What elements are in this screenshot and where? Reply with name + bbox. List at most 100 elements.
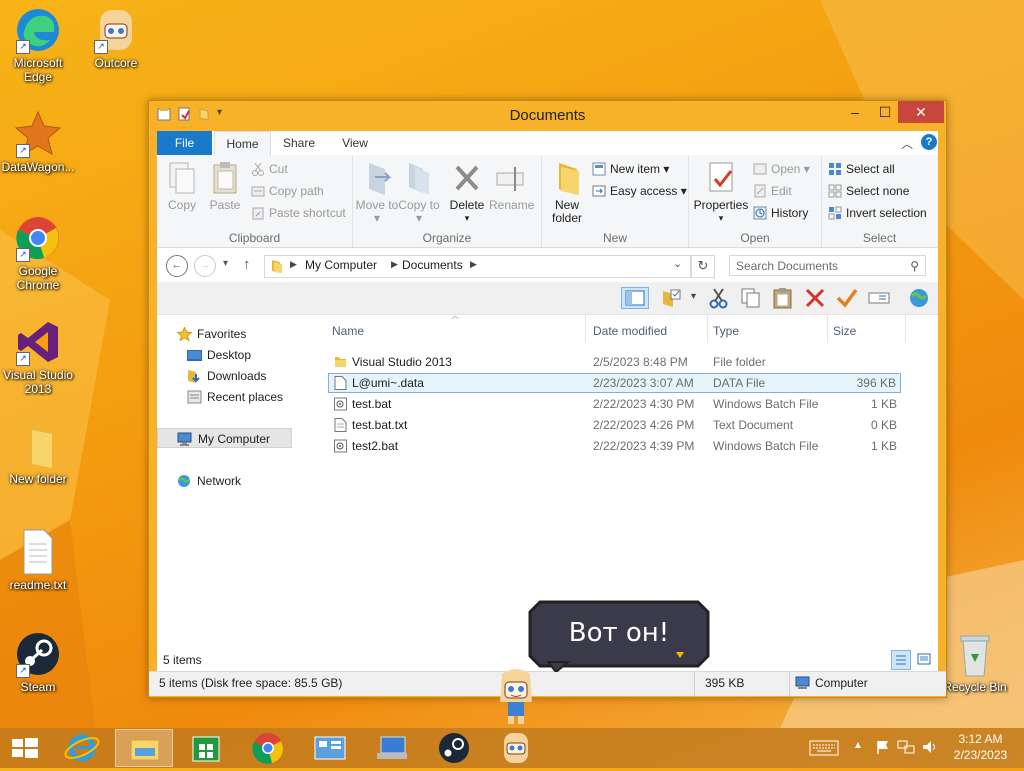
rename-button[interactable]: Rename (489, 161, 534, 212)
minimize-button[interactable]: ‒ (840, 101, 870, 123)
help-icon[interactable]: ? (921, 134, 937, 150)
action-center-flag-icon[interactable] (875, 739, 891, 758)
desktop-icon-new-folder[interactable]: New folder (0, 422, 76, 486)
file-row-selected[interactable]: L@umi~.data 2/23/2023 3:07 AM DATA File … (328, 373, 901, 393)
new-item-button[interactable]: New item ▾ (592, 159, 669, 179)
volume-icon[interactable] (921, 739, 939, 758)
column-type[interactable]: Type (713, 321, 739, 341)
tab-view[interactable]: View (329, 131, 381, 155)
cut-button[interactable]: Cut (251, 159, 288, 179)
open-button[interactable]: Open ▾ (753, 159, 810, 179)
properties-toolbar-icon[interactable] (835, 287, 859, 309)
taskbar-control-panel[interactable] (301, 729, 359, 767)
copy-path-button[interactable]: Copy path (251, 181, 324, 201)
breadcrumb-documents[interactable]: Documents (402, 258, 463, 272)
desktop-icon-chrome[interactable]: ↗ Google Chrome (0, 214, 76, 292)
file-row[interactable]: test.bat.txt 2/22/2023 4:26 PM Text Docu… (328, 415, 901, 435)
desktop-icon-steam[interactable]: ↗ Steam (0, 630, 76, 694)
forward-button[interactable]: → (194, 255, 216, 277)
breadcrumb-my-computer[interactable]: My Computer (305, 258, 377, 272)
invert-selection-button[interactable]: Invert selection (828, 203, 927, 223)
copy-to-button[interactable]: Copy to ▾ (397, 161, 441, 225)
taskbar-file-explorer[interactable] (115, 729, 173, 767)
nav-recent-places[interactable]: Recent places (187, 387, 283, 407)
taskbar-internet-explorer[interactable] (53, 729, 111, 767)
nav-network[interactable]: Network (177, 471, 241, 491)
desktop-icon-edge[interactable]: ↗ Microsoft Edge (0, 6, 76, 84)
tab-file[interactable]: File (157, 131, 212, 155)
show-hidden-icons[interactable]: ▲ (853, 740, 863, 751)
delete-toolbar-icon[interactable] (803, 287, 827, 309)
layout-pane-icon[interactable] (621, 287, 649, 309)
delete-button[interactable]: Delete ▾ (445, 161, 489, 225)
address-bar[interactable]: ▶ My Computer ▶ Documents ▶ ⌄ (264, 255, 691, 278)
taskbar-chrome[interactable] (239, 729, 297, 767)
easy-access-button[interactable]: Easy access ▾ (592, 181, 687, 201)
nav-favorites[interactable]: Favorites (176, 324, 246, 344)
batch-file-icon (334, 439, 347, 453)
copy-button[interactable]: Copy (160, 161, 204, 212)
large-icons-view-button[interactable] (915, 650, 935, 670)
desktop-icon-recycle-bin[interactable]: Recycle Bin (937, 630, 1013, 694)
cut-toolbar-icon[interactable] (707, 287, 731, 309)
taskbar-remote-desktop[interactable] (363, 729, 421, 767)
column-size[interactable]: Size (833, 321, 856, 341)
select-all-button[interactable]: Select all (828, 159, 895, 179)
file-row[interactable]: Visual Studio 2013 2/5/2023 8:48 PM File… (328, 352, 901, 372)
tab-share[interactable]: Share (271, 131, 327, 155)
close-button[interactable]: ✕ (898, 101, 944, 123)
properties-button[interactable]: Properties ▾ (691, 161, 751, 225)
network-tray-icon[interactable] (897, 739, 915, 758)
desktop-icon-readme[interactable]: readme.txt (0, 528, 76, 592)
search-input[interactable]: Search Documents ⚲ (729, 255, 926, 276)
column-name[interactable]: Name (332, 321, 364, 341)
desktop-icon-outcore[interactable]: ↗ Outcore (78, 6, 154, 70)
taskbar-outcore[interactable] (487, 729, 545, 767)
rename-toolbar-icon[interactable] (867, 287, 891, 309)
copy-path-icon (251, 184, 265, 198)
copy-toolbar-icon[interactable] (739, 287, 763, 309)
move-to-button[interactable]: Move to ▾ (355, 161, 399, 225)
paste-shortcut-button[interactable]: Paste shortcut (251, 203, 346, 223)
steam-icon: ↗ (14, 630, 62, 678)
select-none-button[interactable]: Select none (828, 181, 909, 201)
start-button[interactable] (0, 729, 50, 767)
character-sprite (494, 668, 538, 726)
file-row[interactable]: test2.bat 2/22/2023 4:39 PM Windows Batc… (328, 436, 901, 456)
clock[interactable]: 3:12 AM 2/23/2023 (943, 731, 1018, 763)
nav-recent-places-label: Recent places (207, 390, 284, 404)
history-button[interactable]: History (753, 203, 808, 223)
title-bar[interactable]: ▾ Documents ‒ ☐ ✕ (149, 101, 946, 131)
collapse-ribbon-icon[interactable]: ︿ (901, 135, 913, 152)
outcore-icon (504, 733, 528, 763)
taskbar-store[interactable] (177, 729, 235, 767)
desktop-icon-datawagon[interactable]: ↗ DataWagon... (0, 110, 76, 174)
folder-options-icon[interactable] (659, 287, 683, 309)
paste-toolbar-icon[interactable] (771, 287, 795, 309)
keyboard-icon[interactable] (809, 740, 839, 759)
network-toolbar-icon[interactable] (907, 287, 931, 309)
refresh-button[interactable]: ↻ (691, 255, 715, 278)
file-name: test.bat.txt (352, 418, 408, 432)
desktop-icon-visual-studio[interactable]: ↗ Visual Studio 2013 (0, 318, 76, 396)
up-button[interactable]: ↑ (243, 256, 251, 273)
tab-home[interactable]: Home (214, 131, 271, 157)
file-row[interactable]: test.bat 2/22/2023 4:30 PM Windows Batch… (328, 394, 901, 414)
taskbar-steam[interactable] (425, 729, 483, 767)
new-folder-button[interactable]: New folder (545, 161, 589, 225)
maximize-button[interactable]: ☐ (870, 101, 900, 123)
nav-downloads[interactable]: Downloads (187, 366, 266, 386)
new-group-label: New (602, 231, 627, 245)
details-view-button[interactable] (891, 650, 911, 670)
back-button[interactable]: ← (166, 255, 188, 277)
desktop-icon-label: New folder (9, 472, 67, 486)
recent-locations-icon[interactable]: ▾ (223, 258, 228, 269)
column-date-modified[interactable]: Date modified (593, 321, 667, 341)
folder-options-dropdown[interactable]: ▾ (691, 291, 696, 302)
paste-button[interactable]: Paste (203, 161, 247, 212)
nav-my-computer[interactable]: My Computer (157, 428, 292, 448)
nav-desktop[interactable]: Desktop (187, 345, 251, 365)
address-dropdown-icon[interactable]: ⌄ (673, 257, 682, 270)
file-explorer-icon (130, 739, 160, 761)
edit-button[interactable]: Edit (753, 181, 792, 201)
